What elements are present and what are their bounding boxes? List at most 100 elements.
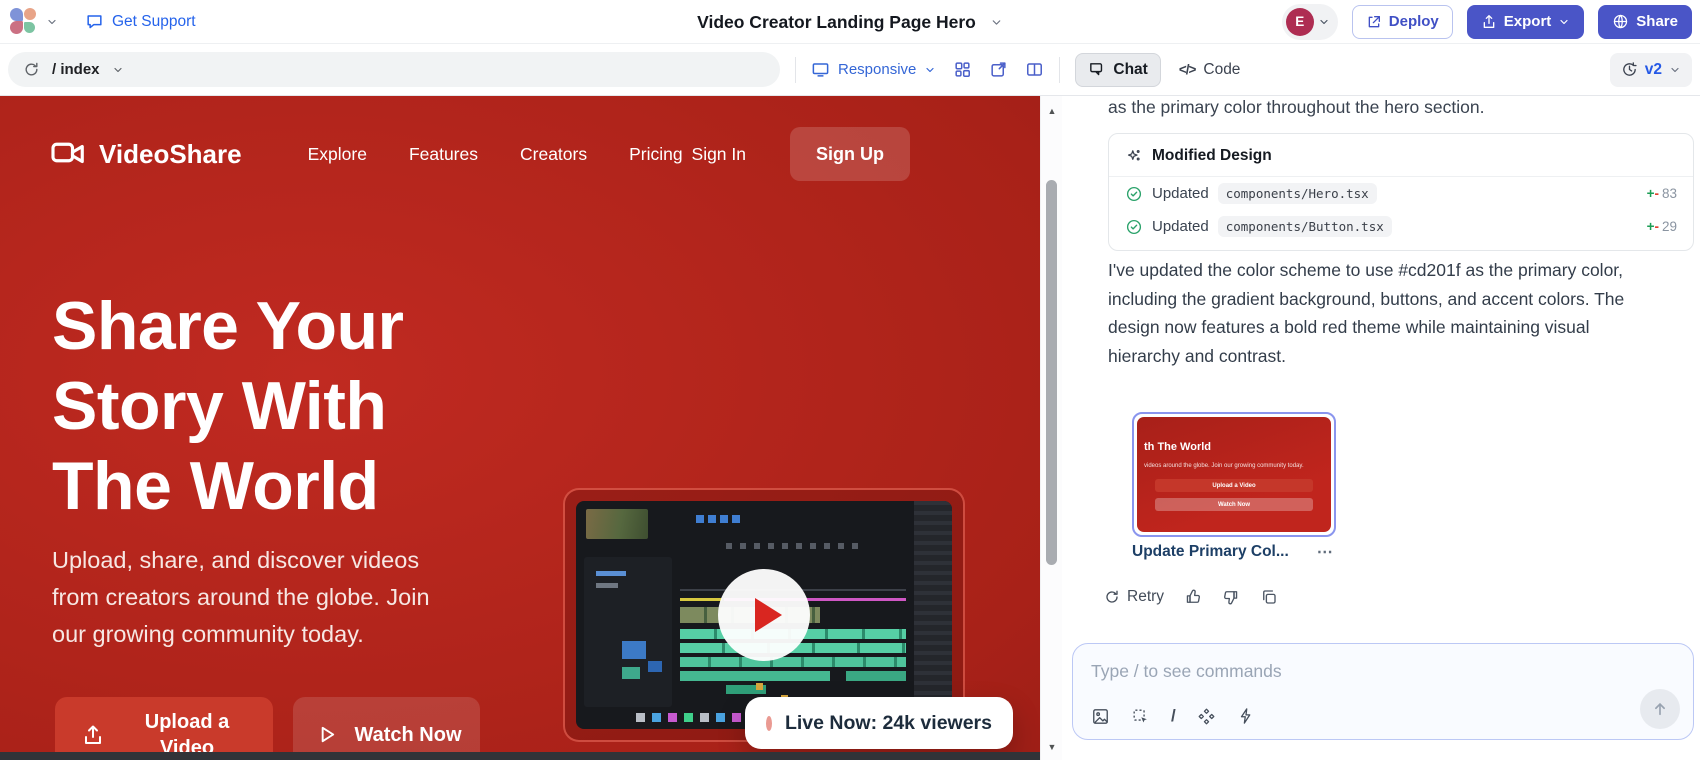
upload-icon xyxy=(81,723,105,747)
version-chevron-icon xyxy=(1669,64,1681,76)
scrollbar-thumb[interactable] xyxy=(1046,180,1057,565)
component-tree-icon[interactable] xyxy=(953,60,972,79)
video-editor-thumbnail xyxy=(576,501,952,729)
version-thumbnail: th The World videos around the globe. Jo… xyxy=(1137,417,1331,532)
preview-scrollbar[interactable]: ▲ ▼ xyxy=(1040,96,1062,760)
export-button[interactable]: Export xyxy=(1467,5,1585,39)
retry-icon xyxy=(1104,589,1120,605)
open-in-new-icon[interactable] xyxy=(989,60,1008,79)
get-support-button[interactable]: Get Support xyxy=(85,12,196,31)
quick-actions-icon[interactable] xyxy=(1237,707,1255,725)
hero-heading: Share Your Story With The World xyxy=(52,286,404,526)
version-preview-card[interactable]: th The World videos around the globe. Jo… xyxy=(1132,412,1336,537)
nav-link-pricing[interactable]: Pricing xyxy=(629,144,683,165)
select-element-icon[interactable] xyxy=(1131,707,1150,726)
code-icon: </> xyxy=(1179,62,1196,77)
version-label: v2 xyxy=(1645,61,1662,79)
deploy-label: Deploy xyxy=(1389,13,1439,30)
preview-toolbar: / index Responsive Chat </> Code v xyxy=(0,44,1700,96)
brand-name: VideoShare xyxy=(99,139,242,170)
url-bar[interactable]: / index xyxy=(8,52,780,87)
diff-stats: +-29 xyxy=(1647,219,1677,234)
globe-icon xyxy=(1612,13,1629,30)
landing-nav-links: Explore Features Creators Pricing xyxy=(308,144,683,165)
top-header: Get Support Video Creator Landing Page H… xyxy=(0,0,1700,44)
app-logo-icon[interactable] xyxy=(10,8,37,35)
updated-file-chip[interactable]: components/Button.tsx xyxy=(1218,216,1392,237)
update-action: Updated xyxy=(1152,218,1209,235)
sparkles-icon xyxy=(1125,148,1142,165)
assistant-message: I've updated the color scheme to use #cd… xyxy=(1108,256,1664,370)
deploy-icon xyxy=(1366,14,1382,30)
watch-now-button[interactable]: Watch Now xyxy=(293,697,480,760)
version-selector[interactable]: v2 xyxy=(1610,53,1692,87)
avatar: E xyxy=(1286,8,1314,36)
slash-command-icon[interactable]: / xyxy=(1171,706,1176,726)
split-view-icon[interactable] xyxy=(1025,60,1044,79)
account-chevron-icon xyxy=(1318,16,1330,28)
copy-icon[interactable] xyxy=(1260,588,1278,606)
share-label: Share xyxy=(1636,13,1678,30)
chat-input-container: / xyxy=(1072,643,1694,740)
upload-video-button[interactable]: Upload a Video xyxy=(55,697,273,760)
attach-image-icon[interactable] xyxy=(1091,707,1110,726)
route-path: / index xyxy=(52,61,100,78)
nav-link-creators[interactable]: Creators xyxy=(520,144,587,165)
sign-in-link[interactable]: Sign In xyxy=(692,144,746,165)
chat-input[interactable] xyxy=(1091,656,1623,686)
landing-nav: VideoShare Explore Features Creators Pri… xyxy=(50,126,910,182)
route-chevron-icon[interactable] xyxy=(112,64,124,76)
viewport-label: Responsive xyxy=(838,61,916,78)
watch-now-label: Watch Now xyxy=(350,722,466,748)
share-button[interactable]: Share xyxy=(1598,5,1692,39)
preview-horizontal-scrollbar[interactable] xyxy=(0,752,1040,760)
brand-logo[interactable]: VideoShare xyxy=(50,136,242,172)
workspace-chevron-icon[interactable] xyxy=(46,16,58,28)
code-tab-label: Code xyxy=(1203,61,1240,79)
updated-file-chip[interactable]: components/Hero.tsx xyxy=(1218,183,1377,204)
tab-chat[interactable]: Chat xyxy=(1075,53,1160,87)
refresh-icon[interactable] xyxy=(23,61,40,78)
preview-viewport: VideoShare Explore Features Creators Pri… xyxy=(0,96,1040,760)
viewport-chevron-icon xyxy=(924,64,936,76)
send-button[interactable] xyxy=(1640,689,1680,729)
nav-link-features[interactable]: Features xyxy=(409,144,478,165)
retry-label: Retry xyxy=(1127,588,1164,606)
more-options-icon[interactable]: ⋯ xyxy=(1317,542,1335,562)
chat-bubble-icon xyxy=(85,12,104,31)
modified-design-card: Modified Design Updated components/Hero.… xyxy=(1108,133,1694,251)
chat-tab-icon xyxy=(1088,61,1105,78)
update-action: Updated xyxy=(1152,185,1209,202)
chat-panel: as the primary color throughout the hero… xyxy=(1062,96,1700,760)
hero-subtext: Upload, share, and discover videos from … xyxy=(52,542,454,653)
sign-up-button[interactable]: Sign Up xyxy=(790,127,910,181)
viewport-selector[interactable]: Responsive xyxy=(811,60,936,79)
toolbar-divider xyxy=(1059,57,1060,83)
assistant-message-tail: as the primary color throughout the hero… xyxy=(1108,97,1484,118)
deploy-button[interactable]: Deploy xyxy=(1352,5,1453,39)
version-card-title[interactable]: Update Primary Col... xyxy=(1132,543,1289,561)
file-update-row: Updated components/Button.tsx +-29 xyxy=(1109,210,1693,250)
page-title: Video Creator Landing Page Hero xyxy=(697,12,976,33)
thumbs-down-icon[interactable] xyxy=(1222,588,1240,606)
scroll-down-arrow[interactable]: ▼ xyxy=(1041,742,1063,752)
scroll-up-arrow[interactable]: ▲ xyxy=(1041,106,1063,116)
live-dot-icon xyxy=(766,716,772,731)
tab-code[interactable]: </> Code xyxy=(1179,61,1241,79)
check-circle-icon xyxy=(1125,185,1143,203)
play-button[interactable] xyxy=(718,569,810,661)
message-actions: Retry xyxy=(1104,588,1278,606)
thumbs-up-icon[interactable] xyxy=(1184,588,1202,606)
integrations-icon[interactable] xyxy=(1197,707,1216,726)
modified-design-title: Modified Design xyxy=(1152,147,1272,165)
video-camera-icon xyxy=(50,136,86,172)
title-chevron-icon[interactable] xyxy=(990,16,1003,29)
monitor-icon xyxy=(811,60,830,79)
toolbar-divider xyxy=(795,57,796,83)
retry-button[interactable]: Retry xyxy=(1104,588,1164,606)
play-outline-icon xyxy=(315,723,338,746)
diff-stats: +-83 xyxy=(1647,186,1677,201)
live-now-badge: Live Now: 24k viewers xyxy=(745,697,1013,749)
nav-link-explore[interactable]: Explore xyxy=(308,144,367,165)
account-menu[interactable]: E xyxy=(1282,4,1338,40)
